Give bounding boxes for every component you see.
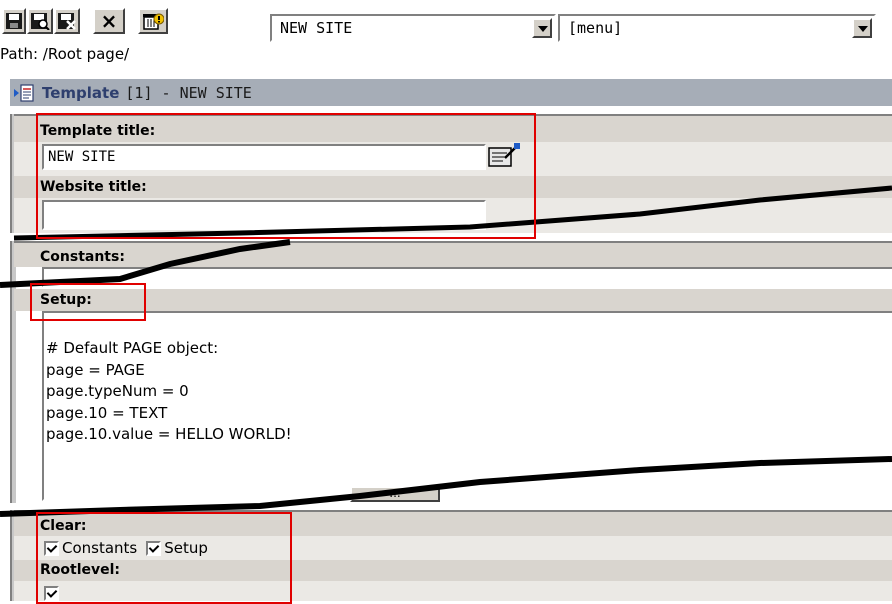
save-and-close-button[interactable]: [54, 8, 80, 34]
delete-button[interactable]: [138, 8, 168, 34]
resize-handle[interactable]: ...: [350, 486, 440, 502]
highlight-setup: [30, 283, 146, 321]
chevron-down-icon[interactable]: [532, 18, 552, 38]
menu-select-value: [menu]: [568, 19, 623, 37]
breadcrumb: Path: /Root page/: [0, 45, 130, 63]
site-select[interactable]: NEW SITE: [270, 14, 556, 42]
setup-code: # Default PAGE object: page = PAGE page.…: [46, 339, 292, 443]
close-button[interactable]: ×: [93, 8, 125, 34]
delete-icon: [143, 13, 164, 30]
site-select-value: NEW SITE: [280, 19, 353, 37]
constants-label: Constants:: [14, 247, 892, 267]
record-title: [1] - NEW SITE: [125, 83, 252, 102]
chevron-down-icon[interactable]: [852, 18, 872, 38]
save-and-view-button[interactable]: [27, 8, 53, 34]
save-icon: [6, 13, 22, 29]
highlight-clear-rootlevel: [36, 512, 292, 604]
highlight-titles: [36, 113, 536, 239]
save-close-icon: [58, 13, 76, 30]
save-button[interactable]: [2, 8, 26, 34]
save-view-icon: [31, 13, 50, 30]
menu-select[interactable]: [menu]: [558, 14, 876, 42]
frame-left-edge: [10, 241, 16, 503]
page-expand-icon[interactable]: [12, 83, 36, 103]
constants-textarea[interactable]: [42, 267, 892, 287]
template-link[interactable]: Template: [42, 84, 119, 102]
record-header: Template [1] - NEW SITE: [10, 79, 892, 106]
close-icon: ×: [100, 9, 118, 33]
